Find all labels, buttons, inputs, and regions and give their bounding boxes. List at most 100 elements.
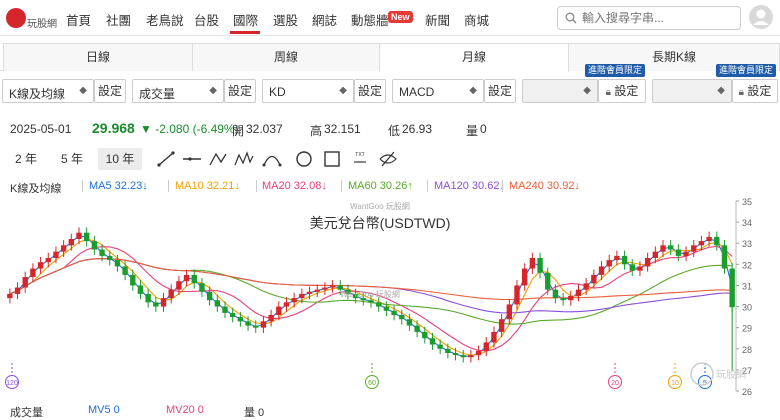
candle-body bbox=[229, 312, 236, 318]
chart-watermark-center: WantGoo 玩股網 bbox=[340, 290, 400, 299]
nav-item-stock-picker[interactable]: 選股 bbox=[273, 10, 298, 29]
kd-select[interactable]: KD ◆ bbox=[262, 79, 354, 103]
nav-item-veterans[interactable]: 老鳥說 bbox=[146, 10, 184, 29]
candle-body bbox=[375, 302, 382, 307]
candle-body bbox=[714, 236, 720, 246]
volume-settings-button[interactable]: 設定 bbox=[224, 79, 256, 103]
kline-settings-button[interactable]: 設定 bbox=[94, 79, 126, 103]
candle-body bbox=[122, 266, 128, 275]
locked-indicator-select-2[interactable]: ◆ bbox=[652, 79, 732, 103]
candle-body bbox=[114, 260, 121, 267]
corner-logo-watermark: 玩股網 bbox=[690, 362, 746, 386]
logo-mark-icon bbox=[6, 8, 26, 28]
kd-settings-button[interactable]: 設定 bbox=[354, 79, 386, 103]
candle-body bbox=[422, 331, 428, 339]
search-input[interactable] bbox=[582, 10, 732, 26]
period-tabs: 日線 周線 月線 長期K線 bbox=[0, 43, 780, 72]
nav-item-clubs[interactable]: 社團 bbox=[106, 10, 131, 29]
quote-bar: 2025-05-01 29.968 ▼ -2.080 (-6.49%) 開 32… bbox=[0, 118, 780, 138]
candle-body bbox=[306, 291, 313, 294]
site-logo[interactable]: 玩股網 bbox=[6, 7, 57, 30]
candle-body bbox=[691, 245, 697, 252]
candle-body bbox=[137, 285, 144, 294]
candle-body bbox=[168, 289, 174, 299]
candlestick-chart[interactable]: 35 34 33 32 31 30 29 28 27 26 120 60 20 10 5 WantGoo 玩… bbox=[0, 195, 780, 397]
candle-body bbox=[214, 300, 221, 307]
candle-body bbox=[237, 317, 244, 322]
candle-body bbox=[568, 296, 574, 301]
locked-settings-label-2: 設定 bbox=[747, 84, 772, 98]
legend-ma120: MA120 30.62↓ bbox=[434, 180, 505, 192]
nav-item-home[interactable]: 首頁 bbox=[66, 10, 91, 29]
nav-item-blog[interactable]: 網誌 bbox=[312, 10, 337, 29]
nav-item-taiwan-stocks[interactable]: 台股 bbox=[194, 10, 219, 29]
candle-body bbox=[414, 325, 420, 332]
locked-indicator-select-1[interactable]: ◆ bbox=[522, 79, 598, 103]
tab-weekly[interactable]: 周線 bbox=[192, 43, 380, 71]
candle-body bbox=[37, 262, 44, 269]
circle-tool-icon[interactable] bbox=[294, 150, 314, 168]
macd-settings-button[interactable]: 設定 bbox=[484, 79, 516, 103]
macd-select[interactable]: MACD ◆ bbox=[392, 79, 484, 103]
candle-body bbox=[7, 293, 13, 299]
locked-settings-label-1: 設定 bbox=[614, 84, 639, 98]
volume-legend: 成交量 MV5 0 MV20 0 量 0 bbox=[0, 402, 780, 419]
legend-separator bbox=[341, 180, 342, 192]
chevron-down-icon: ◆ bbox=[79, 85, 87, 96]
volume-value: 0 bbox=[480, 122, 487, 136]
nav-item-shop[interactable]: 商城 bbox=[464, 10, 489, 29]
volume-label: 量 bbox=[466, 124, 479, 138]
chevron-down-icon: ◆ bbox=[469, 85, 477, 96]
candle-body bbox=[291, 298, 297, 303]
kline-select[interactable]: K線及均線 ◆ bbox=[2, 79, 94, 103]
range-2y-button[interactable]: 2 年 bbox=[6, 148, 46, 170]
candle-body bbox=[606, 260, 612, 267]
new-badge: New bbox=[388, 11, 413, 23]
legend-separator bbox=[82, 180, 83, 192]
nav-item-news[interactable]: 新聞 bbox=[425, 10, 450, 29]
candle-body bbox=[506, 304, 513, 320]
locked-settings-button-2[interactable]: 🔒︎ 設定 bbox=[732, 79, 778, 103]
hide-tool-icon[interactable] bbox=[378, 150, 398, 168]
candle-body bbox=[491, 331, 497, 343]
vip-only-tag-2: 進階會員限定 bbox=[716, 64, 777, 77]
arc-tool-icon[interactable] bbox=[262, 150, 282, 168]
ma-period-marker-label: 60 bbox=[368, 380, 376, 387]
line-tool-icon[interactable] bbox=[156, 150, 176, 168]
kd-select-label: KD bbox=[269, 85, 286, 99]
range-5y-button[interactable]: 5 年 bbox=[52, 148, 92, 170]
candle-body bbox=[60, 245, 67, 252]
svg-text:TXT: TXT bbox=[355, 152, 364, 158]
search-box[interactable] bbox=[557, 6, 741, 30]
candle-body bbox=[660, 245, 666, 252]
candle-body bbox=[283, 302, 290, 307]
multi-wave-tool-icon[interactable] bbox=[234, 150, 254, 168]
candle-body bbox=[598, 266, 605, 275]
volume-select[interactable]: 成交量 ◆ bbox=[132, 79, 224, 103]
wave-tool-icon[interactable] bbox=[208, 150, 228, 168]
chevron-down-icon: ◆ bbox=[209, 85, 217, 96]
user-avatar-icon[interactable] bbox=[748, 4, 774, 30]
open-label: 開 bbox=[232, 124, 245, 138]
candle-body bbox=[729, 268, 735, 308]
candle-body bbox=[521, 268, 528, 286]
range-10y-button[interactable]: 10 年 bbox=[98, 148, 142, 170]
candle-body bbox=[145, 293, 151, 303]
rectangle-tool-icon[interactable] bbox=[322, 150, 342, 168]
ma-period-marker-label: 10 bbox=[671, 380, 679, 387]
tab-monthly[interactable]: 月線 bbox=[379, 43, 569, 72]
quote-change: ▼ -2.080 (-6.49%) bbox=[140, 122, 239, 136]
tab-daily[interactable]: 日線 bbox=[3, 43, 193, 71]
locked-settings-button-1[interactable]: 🔒︎ 設定 bbox=[598, 79, 646, 103]
candle-body bbox=[176, 281, 182, 290]
horizontal-line-tool-icon[interactable] bbox=[182, 150, 202, 168]
candle-body bbox=[99, 249, 105, 256]
indicator-selects: K線及均線 ◆ 設定 成交量 ◆ 設定 KD ◆ 設定 MACD ◆ 設定 ◆ … bbox=[0, 64, 780, 103]
text-tool-icon[interactable]: TXT bbox=[350, 150, 370, 168]
nav-item-feed[interactable]: 動態牆 bbox=[351, 10, 389, 29]
candle-body bbox=[475, 350, 482, 356]
active-nav-indicator bbox=[230, 31, 260, 34]
nav-item-international[interactable]: 國際 bbox=[233, 10, 258, 29]
candle-body bbox=[329, 285, 336, 288]
volume-select-label: 成交量 bbox=[139, 87, 176, 101]
